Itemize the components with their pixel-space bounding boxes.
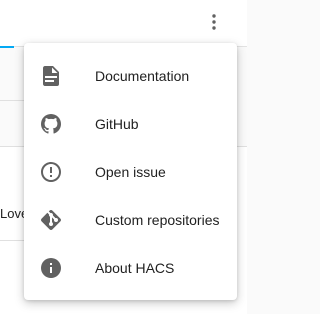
alert-circle-outline-icon bbox=[39, 160, 63, 184]
menu-item-label: Custom repositories bbox=[95, 212, 220, 228]
dots-vertical-icon bbox=[212, 14, 216, 30]
menu-item-open-issue[interactable]: Open issue bbox=[24, 148, 237, 196]
overflow-menu-button[interactable] bbox=[206, 10, 222, 34]
menu-item-documentation[interactable]: Documentation bbox=[24, 52, 237, 100]
tab-indicator bbox=[0, 46, 14, 48]
menu-item-custom-repositories[interactable]: Custom repositories bbox=[24, 196, 237, 244]
overflow-menu: Documentation GitHub Open issue Custom r… bbox=[24, 43, 237, 300]
menu-item-label: About HACS bbox=[95, 260, 175, 276]
menu-item-github[interactable]: GitHub bbox=[24, 100, 237, 148]
menu-item-label: GitHub bbox=[95, 116, 139, 132]
menu-item-label: Documentation bbox=[95, 68, 190, 84]
github-icon bbox=[39, 112, 63, 136]
file-document-icon bbox=[39, 64, 63, 88]
menu-item-about-hacs[interactable]: About HACS bbox=[24, 244, 237, 292]
divider bbox=[0, 100, 24, 101]
information-icon bbox=[39, 256, 63, 280]
divider bbox=[0, 240, 24, 241]
menu-item-label: Open issue bbox=[95, 164, 166, 180]
git-icon bbox=[39, 208, 63, 232]
